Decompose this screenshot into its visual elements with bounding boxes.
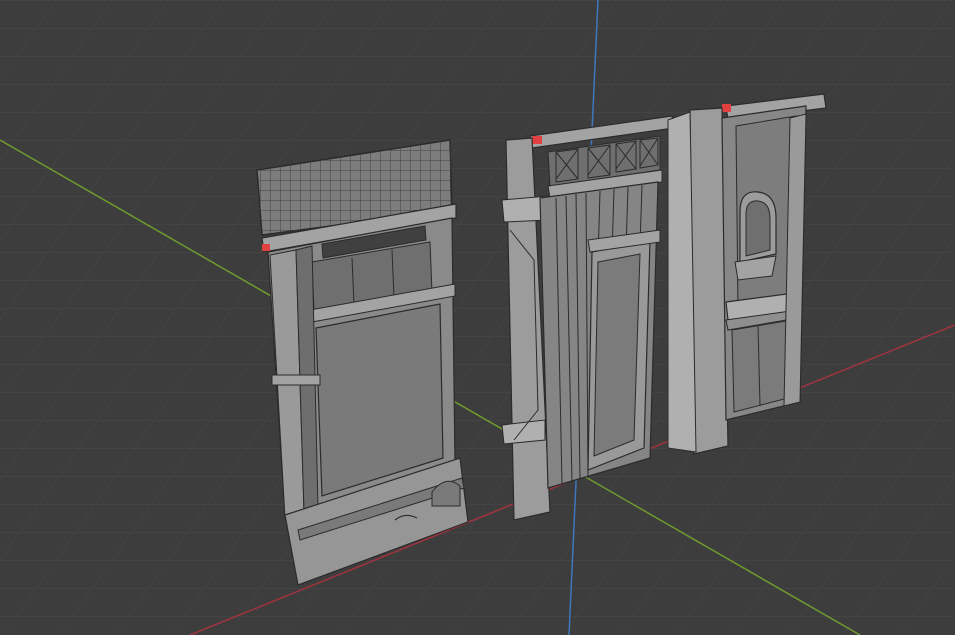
facade-left[interactable]	[256, 139, 469, 586]
viewport-canvas[interactable]	[0, 0, 955, 635]
3d-viewport[interactable]	[0, 0, 955, 635]
